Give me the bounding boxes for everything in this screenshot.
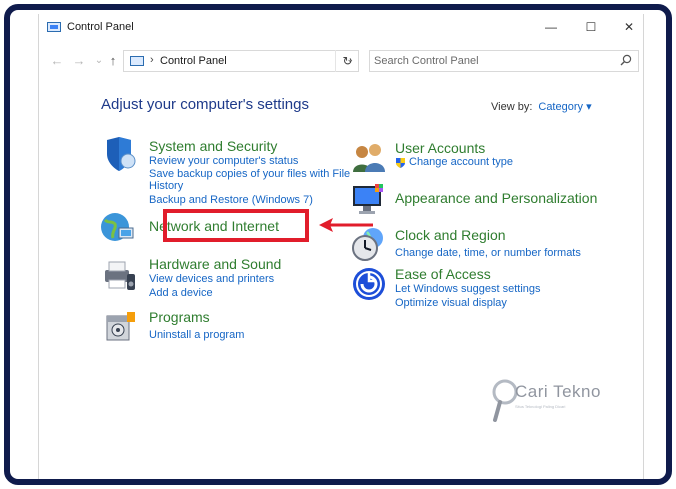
programs-box-icon[interactable] [103,308,139,344]
search-icon[interactable] [620,54,632,66]
clock-globe-icon[interactable] [351,226,387,262]
control-panel-icon [47,22,61,32]
up-arrow-icon[interactable]: ↑ [105,53,121,69]
user-accounts-icon[interactable] [351,140,387,176]
link-review-status[interactable]: Review your computer's status [149,155,298,167]
globe-network-icon[interactable] [99,210,135,246]
link-uninstall-program[interactable]: Uninstall a program [149,329,244,341]
view-by-dropdown[interactable]: Category ▾ [538,101,591,113]
link-backup-restore[interactable]: Backup and Restore (Windows 7) [149,194,313,206]
view-by-label: View by: [491,101,533,113]
category-programs[interactable]: Programs [149,309,210,325]
category-user-accounts[interactable]: User Accounts [395,140,485,156]
highlight-box [163,209,309,242]
screenshot-frame: Control Panel — ☐ ✕ ← → ⌄ ↑ › Control Pa… [4,4,672,485]
title-bar: Control Panel — ☐ ✕ [39,14,643,42]
control-panel-window: Control Panel — ☐ ✕ ← → ⌄ ↑ › Control Pa… [38,14,644,479]
link-save-backup-history[interactable]: History [149,180,183,192]
admin-shield-icon [396,158,405,168]
link-add-device[interactable]: Add a device [149,287,213,299]
link-save-backup[interactable]: Save backup copies of your files with Fi… [149,168,350,180]
link-change-account-type[interactable]: Change account type [409,156,513,168]
ease-of-access-icon[interactable] [351,266,387,302]
close-button[interactable]: ✕ [617,18,641,36]
navigation-bar: ← → ⌄ ↑ › Control Panel ⌄ ↻ [39,48,643,74]
category-clock-and-region[interactable]: Clock and Region [395,227,506,243]
breadcrumb-separator: › [150,54,154,66]
search-input[interactable] [374,54,610,68]
window-title: Control Panel [67,21,134,33]
forward-arrow-icon[interactable]: → [71,53,87,69]
watermark-logo: Cari Tekno Situs Teknologi Paling Dicari [491,374,621,429]
category-hardware-and-sound[interactable]: Hardware and Sound [149,256,281,272]
refresh-icon[interactable]: ↻ [335,50,359,72]
breadcrumb-control-panel[interactable]: Control Panel [160,55,227,67]
link-let-windows-suggest[interactable]: Let Windows suggest settings [395,283,541,295]
watermark-name: Cari Tekno [515,382,601,401]
search-box[interactable] [369,50,639,72]
shield-icon[interactable] [101,136,137,172]
link-view-devices[interactable]: View devices and printers [149,273,274,285]
link-optimize-visual-display[interactable]: Optimize visual display [395,297,507,309]
back-arrow-icon[interactable]: ← [49,53,65,69]
maximize-button[interactable]: ☐ [579,18,603,36]
page-title: Adjust your computer's settings [101,96,309,113]
category-appearance-and-personalization[interactable]: Appearance and Personalization [395,190,597,206]
category-system-and-security[interactable]: System and Security [149,138,277,154]
address-bar[interactable]: › Control Panel ⌄ [123,50,359,72]
link-change-date-time[interactable]: Change date, time, or number formats [395,247,581,259]
appearance-monitor-icon[interactable] [351,182,387,218]
printer-speaker-icon[interactable] [101,258,137,294]
view-by: View by: Category ▾ [491,100,592,113]
watermark-tagline: Situs Teknologi Paling Dicari [515,404,566,409]
minimize-button[interactable]: — [539,18,563,36]
category-ease-of-access[interactable]: Ease of Access [395,266,491,282]
control-panel-icon [130,56,144,66]
